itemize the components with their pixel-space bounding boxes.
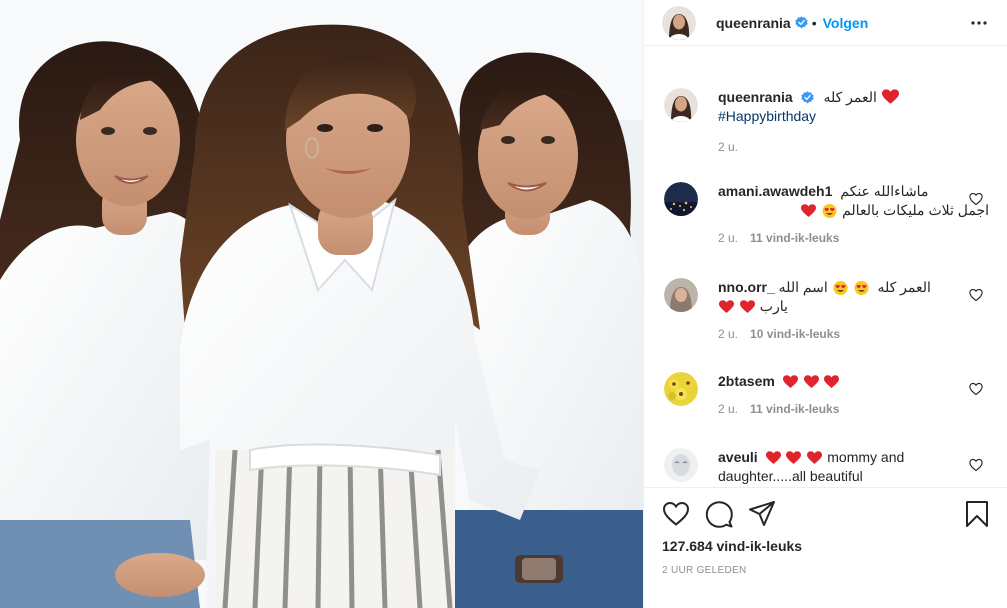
comments-list[interactable]: queenrania العمر كله #Happybirthday 2 u. — [644, 76, 1007, 486]
comment-username[interactable]: aveuli — [718, 449, 758, 465]
share-icon[interactable] — [748, 500, 776, 528]
like-comment-heart-icon[interactable] — [969, 192, 983, 206]
heart-eyes-emoji-icon — [822, 204, 837, 218]
like-comment-heart-icon[interactable] — [969, 458, 983, 472]
comment-text-line1: العمر كله — [877, 279, 931, 295]
post-header: queenrania • Volgen — [644, 0, 1007, 46]
verified-badge-icon — [795, 16, 808, 29]
verified-badge-icon — [800, 91, 814, 104]
action-buttons-row — [662, 500, 995, 530]
family-portrait-photo — [0, 0, 643, 608]
red-heart-icon — [719, 300, 734, 313]
caption-author-avatar[interactable] — [664, 88, 698, 122]
comment-text-line1b: اسم الله — [778, 279, 828, 295]
red-heart-icon — [739, 300, 755, 313]
post-side-panel: queenrania • Volgen queenrania العمر كله… — [643, 0, 1007, 608]
comment-time[interactable]: 2 u. — [718, 229, 738, 248]
comment-item: 2btasem 2 u. 11 vind-ik-leuks — [662, 372, 989, 419]
caption-time[interactable]: 2 u. — [718, 138, 738, 157]
separator-dot: • — [811, 14, 817, 31]
caption-text: العمر كله — [823, 89, 877, 105]
heart-eyes-emoji-icon — [833, 281, 848, 295]
comment-item: aveuli mommy and daughter.....all beauti… — [662, 448, 989, 486]
save-bookmark-icon[interactable] — [963, 500, 991, 528]
sketch-avatar[interactable] — [664, 448, 698, 482]
comment-icon[interactable] — [705, 500, 733, 528]
red-heart-icon — [782, 375, 798, 388]
follow-button[interactable]: Volgen — [823, 15, 869, 31]
like-comment-heart-icon[interactable] — [969, 382, 983, 396]
more-options-icon[interactable] — [967, 11, 991, 35]
comment-username[interactable]: 2btasem — [718, 373, 775, 389]
red-heart-icon — [881, 89, 899, 104]
comment-item: amani.awawdeh1 ماشاءالله عنكم اجمل ثلاث … — [662, 182, 989, 248]
night-city-avatar[interactable] — [664, 182, 698, 216]
comment-item: nno.orr_ العمر كله اسم الله يارب 2 u. 10… — [662, 278, 989, 344]
post-actions: 127.684 vind-ik-leuks 2 UUR GELEDEN — [644, 487, 1007, 608]
comment-likes[interactable]: 11 vind-ik-leuks — [750, 229, 839, 248]
comment-likes[interactable]: 10 vind-ik-leuks — [750, 325, 840, 344]
red-heart-icon — [824, 375, 840, 388]
author-username[interactable]: queenrania — [716, 15, 791, 31]
red-heart-icon — [765, 451, 781, 464]
total-likes[interactable]: 127.684 vind-ik-leuks — [662, 538, 802, 554]
caption: queenrania العمر كله #Happybirthday 2 u. — [662, 88, 989, 157]
caption-username[interactable]: queenrania — [718, 89, 793, 105]
post-timestamp[interactable]: 2 UUR GELEDEN — [662, 565, 746, 576]
comment-username[interactable]: amani.awawdeh1 — [718, 183, 832, 199]
comment-time[interactable]: 2 u. — [718, 325, 738, 344]
red-heart-icon — [786, 451, 802, 464]
heart-eyes-emoji-icon — [854, 281, 869, 295]
author-avatar[interactable] — [662, 5, 696, 40]
portrait-avatar[interactable] — [664, 278, 698, 312]
red-heart-icon — [801, 204, 817, 217]
comment-username[interactable]: nno.orr_ — [718, 279, 775, 295]
post-photo[interactable] — [0, 0, 643, 608]
red-heart-icon — [803, 375, 819, 388]
comment-likes[interactable]: 11 vind-ik-leuks — [750, 400, 839, 419]
comment-text-line2: اجمل ثلاث مليكات بالعالم — [842, 202, 989, 218]
comment-text-line1: ماشاءالله عنكم — [840, 183, 929, 199]
comment-text-line2: يارب — [759, 298, 788, 314]
hashtag-link[interactable]: #Happybirthday — [718, 107, 989, 126]
like-heart-icon[interactable] — [662, 500, 690, 528]
red-heart-icon — [807, 451, 823, 464]
like-comment-heart-icon[interactable] — [969, 288, 983, 302]
comment-time[interactable]: 2 u. — [718, 400, 738, 419]
sunflower-avatar[interactable] — [664, 372, 698, 406]
